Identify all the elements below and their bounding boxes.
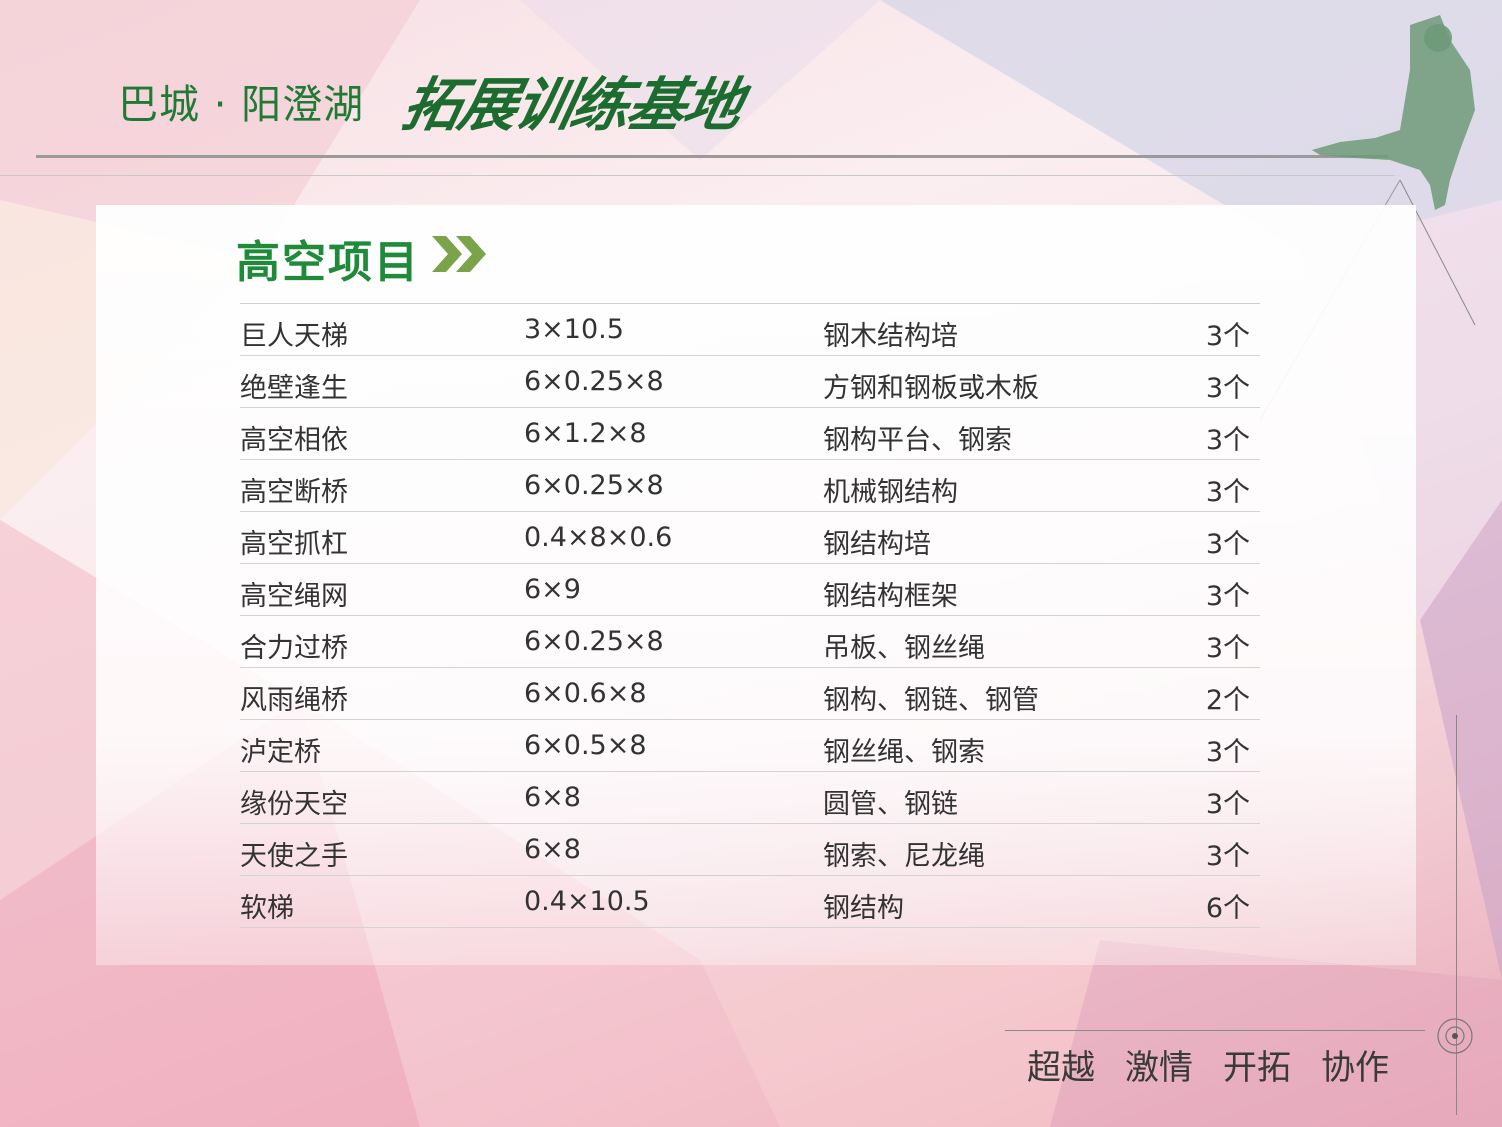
project-name: 高空相依 xyxy=(240,425,348,456)
project-count: 3个 xyxy=(1205,841,1250,872)
project-size: 6×0.25×8 xyxy=(524,626,664,657)
project-size: 6×1.2×8 xyxy=(524,418,647,449)
project-name: 天使之手 xyxy=(240,841,348,872)
table-row: 软梯 0.4×10.5 钢结构 6个 xyxy=(240,876,1260,928)
project-size: 3×10.5 xyxy=(524,314,624,345)
project-size: 6×8 xyxy=(524,782,581,813)
brand-script-title: 拓展训练基地 xyxy=(396,71,748,139)
project-count: 3个 xyxy=(1205,789,1250,820)
project-name: 泸定桥 xyxy=(240,737,321,768)
brand-title: 巴城 · 阳澄湖 xyxy=(118,82,365,128)
project-name: 高空断桥 xyxy=(240,477,348,508)
project-size: 0.4×8×0.6 xyxy=(524,522,673,553)
table-row: 高空绳网 6×9 钢结构框架 3个 xyxy=(240,564,1260,616)
header-divider xyxy=(36,155,1388,158)
project-material: 吊板、钢丝绳 xyxy=(823,633,985,664)
project-size: 6×8 xyxy=(524,834,581,865)
project-name: 软梯 xyxy=(240,893,294,924)
project-material: 钢构、钢链、钢管 xyxy=(823,685,1039,716)
project-size: 6×0.25×8 xyxy=(524,470,664,501)
target-icon xyxy=(1437,1018,1473,1054)
project-count: 2个 xyxy=(1205,685,1250,716)
table-row: 合力过桥 6×0.25×8 吊板、钢丝绳 3个 xyxy=(240,616,1260,668)
project-size: 6×0.5×8 xyxy=(524,730,647,761)
project-material: 钢结构框架 xyxy=(823,581,958,612)
slogan-4: 协作 xyxy=(1321,1048,1389,1088)
header: 巴城 · 阳澄湖 拓展训练基地 xyxy=(0,0,1502,175)
project-name: 合力过桥 xyxy=(240,633,348,664)
table-row: 缘份天空 6×8 圆管、钢链 3个 xyxy=(240,772,1260,824)
project-count: 3个 xyxy=(1205,477,1250,508)
slogan-2: 激情 xyxy=(1125,1048,1193,1088)
project-count: 3个 xyxy=(1205,425,1250,456)
project-material: 钢索、尼龙绳 xyxy=(823,841,985,872)
project-count: 3个 xyxy=(1205,737,1250,768)
table-row: 泸定桥 6×0.5×8 钢丝绳、钢索 3个 xyxy=(240,720,1260,772)
projects-table: 巨人天梯 3×10.5 钢木结构培 3个 绝壁逢生 6×0.25×8 方钢和钢板或木板 3个高… xyxy=(240,303,1260,928)
project-material: 钢结构 xyxy=(823,893,904,924)
project-count: 3个 xyxy=(1205,321,1250,352)
project-size: 0.4×10.5 xyxy=(524,886,650,917)
double-chevron-right-icon xyxy=(432,236,486,272)
table-row: 高空断桥 6×0.25×8 机械钢结构 3个 xyxy=(240,460,1260,512)
project-count: 3个 xyxy=(1205,373,1250,404)
footer-divider xyxy=(1005,1030,1425,1031)
header-divider-thin xyxy=(0,175,1395,176)
table-row: 高空相依 6×1.2×8 钢构平台、钢索 3个 xyxy=(240,408,1260,460)
project-material: 钢木结构培 xyxy=(823,321,958,352)
project-size: 6×0.6×8 xyxy=(524,678,647,709)
project-material: 钢构平台、钢索 xyxy=(823,425,1012,456)
project-count: 3个 xyxy=(1205,633,1250,664)
project-count: 3个 xyxy=(1205,581,1250,612)
project-name: 缘份天空 xyxy=(240,789,348,820)
project-material: 机械钢结构 xyxy=(823,477,958,508)
project-material: 钢丝绳、钢索 xyxy=(823,737,985,768)
project-material: 圆管、钢链 xyxy=(823,789,958,820)
slogan-3: 开拓 xyxy=(1223,1048,1291,1088)
project-size: 6×0.25×8 xyxy=(524,366,664,397)
project-name: 绝壁逢生 xyxy=(240,373,348,404)
project-count: 6个 xyxy=(1205,893,1250,924)
project-name: 巨人天梯 xyxy=(240,321,348,352)
project-count: 3个 xyxy=(1205,529,1250,560)
table-row: 天使之手 6×8 钢索、尼龙绳 3个 xyxy=(240,824,1260,876)
table-row: 风雨绳桥 6×0.6×8 钢构、钢链、钢管 2个 xyxy=(240,668,1260,720)
vertical-rule xyxy=(1456,715,1457,1115)
project-material: 方钢和钢板或木板 xyxy=(823,373,1039,404)
project-material: 钢结构培 xyxy=(823,529,931,560)
project-name: 高空绳网 xyxy=(240,581,348,612)
project-name: 风雨绳桥 xyxy=(240,685,348,716)
project-name: 高空抓杠 xyxy=(240,529,348,560)
table-row: 巨人天梯 3×10.5 钢木结构培 3个 xyxy=(240,304,1260,356)
table-row: 高空抓杠 0.4×8×0.6 钢结构培 3个 xyxy=(240,512,1260,564)
slogan-1: 超越 xyxy=(1027,1048,1095,1088)
project-size: 6×9 xyxy=(524,574,581,605)
table-row: 绝壁逢生 6×0.25×8 方钢和钢板或木板 3个 xyxy=(240,356,1260,408)
section-title: 高空项目 xyxy=(236,237,420,288)
